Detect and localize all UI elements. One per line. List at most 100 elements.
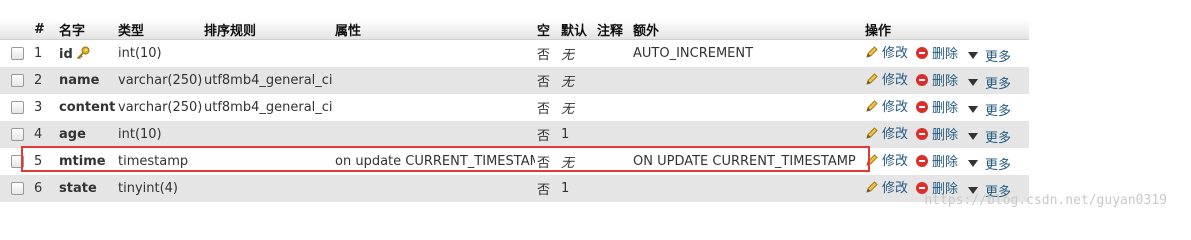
delete-icon	[916, 154, 929, 167]
cell-default-text: 无	[561, 48, 575, 63]
header-num: #	[32, 19, 57, 40]
drop-button[interactable]: 删除	[916, 124, 958, 143]
pencil-icon	[866, 154, 878, 166]
edit-label: 修改	[882, 181, 909, 197]
pencil-icon	[866, 181, 878, 193]
cell-name[interactable]: age	[57, 121, 116, 148]
cell-actions: 修改 删除 更多	[863, 94, 1029, 121]
cell-null-text: 否	[537, 183, 551, 198]
drop-button[interactable]: 删除	[916, 151, 958, 170]
drop-button[interactable]: 删除	[916, 97, 958, 116]
row-checkbox[interactable]	[11, 182, 24, 195]
cell-extra	[631, 175, 863, 202]
cell-name-text: name	[59, 73, 100, 88]
cell-num-text: 4	[34, 127, 43, 142]
more-button[interactable]: 更多	[966, 154, 1011, 173]
cell-default-text: 无	[561, 102, 575, 117]
row-select-cell	[0, 121, 32, 148]
table-body: 1 id int(10) 否无 AUTO_INCREMENT 修改 删除 更多 2 name var…	[0, 39, 1029, 202]
cell-collation: utf8mb4_general_ci	[202, 67, 333, 94]
cell-null: 否	[535, 94, 559, 121]
cell-name[interactable]: state	[57, 175, 116, 202]
cell-default: 无	[559, 67, 595, 94]
header-comment[interactable]: 注释	[595, 19, 631, 40]
cell-name[interactable]: mtime	[57, 148, 116, 175]
header-row: # 名字 类型 排序规则 属性 空 默认 注释 额外 操作	[0, 19, 1029, 40]
cell-type-text: varchar(250)	[118, 100, 202, 115]
more-label: 更多	[985, 130, 1012, 146]
header-null[interactable]: 空	[535, 19, 559, 40]
cell-collation-text: utf8mb4_general_ci	[204, 100, 333, 115]
header-type[interactable]: 类型	[116, 19, 202, 40]
more-button[interactable]: 更多	[966, 100, 1011, 119]
table-row: 2 name varchar(250) utf8mb4_general_ci 否无 修改 删…	[0, 67, 1029, 94]
header-extra[interactable]: 额外	[631, 19, 863, 40]
cell-default: 无	[559, 94, 595, 121]
cell-num-text: 3	[34, 100, 43, 115]
row-select-cell	[0, 39, 32, 67]
cell-num: 4	[32, 121, 57, 148]
cell-num-text: 1	[34, 46, 43, 61]
cell-name[interactable]: name	[57, 67, 116, 94]
cell-name[interactable]: content	[57, 94, 116, 121]
primary-key-icon	[76, 46, 90, 59]
table-row: 5 mtime timestamp on update CURRENT_TIMESTA…	[0, 148, 1029, 175]
header-collation[interactable]: 排序规则	[202, 19, 333, 40]
row-checkbox[interactable]	[11, 128, 24, 141]
cell-default: 无	[559, 39, 595, 67]
table-row: 4 age int(10) 否 1 修改 删除 更多	[0, 121, 1029, 148]
edit-button[interactable]: 修改	[865, 177, 908, 196]
dropdown-triangle-icon	[968, 105, 979, 113]
dropdown-triangle-icon	[968, 159, 979, 167]
row-select-cell	[0, 94, 32, 121]
cell-num-text: 6	[34, 181, 43, 196]
cell-type-text: varchar(250)	[118, 73, 202, 88]
cell-num-text: 2	[34, 73, 43, 88]
header-attributes[interactable]: 属性	[333, 19, 535, 40]
cell-null: 否	[535, 67, 559, 94]
table-row: 3 content varchar(250) utf8mb4_general_ci 否无…	[0, 94, 1029, 121]
row-checkbox[interactable]	[11, 101, 24, 114]
cell-name[interactable]: id	[57, 39, 116, 67]
more-button[interactable]: 更多	[966, 73, 1011, 92]
row-checkbox[interactable]	[11, 155, 24, 168]
edit-button[interactable]: 修改	[865, 123, 908, 142]
drop-button[interactable]: 删除	[916, 70, 958, 89]
cell-collation	[202, 175, 333, 202]
edit-button[interactable]: 修改	[865, 42, 908, 61]
edit-button[interactable]: 修改	[865, 96, 908, 115]
cell-actions: 修改 删除 更多	[863, 39, 1029, 67]
pencil-icon	[866, 46, 878, 58]
more-label: 更多	[985, 103, 1012, 119]
row-checkbox[interactable]	[11, 74, 24, 87]
cell-actions: 修改 删除 更多	[863, 121, 1029, 148]
cell-extra	[631, 67, 863, 94]
cell-actions: 修改 删除 更多	[863, 148, 1029, 175]
cell-name-text: mtime	[59, 154, 106, 169]
cell-default-text: 无	[561, 75, 575, 90]
cell-type: varchar(250)	[116, 94, 202, 121]
more-label: 更多	[985, 49, 1012, 65]
drop-button[interactable]: 删除	[916, 43, 958, 62]
cell-attributes	[333, 121, 535, 148]
row-checkbox[interactable]	[11, 47, 24, 60]
cell-attributes-text: on update CURRENT_TIMESTAMP	[335, 154, 535, 169]
cell-type-text: tinyint(4)	[118, 181, 179, 196]
row-select-cell	[0, 67, 32, 94]
header-name[interactable]: 名字	[57, 19, 116, 40]
more-button[interactable]: 更多	[966, 127, 1011, 146]
cell-name-text: id	[59, 46, 73, 62]
cell-null: 否	[535, 39, 559, 67]
edit-button[interactable]: 修改	[865, 69, 908, 88]
cell-default-text: 1	[561, 127, 570, 142]
cell-attributes	[333, 94, 535, 121]
header-select	[0, 19, 32, 40]
cell-name-text: age	[59, 127, 86, 142]
header-default[interactable]: 默认	[559, 19, 595, 40]
delete-icon	[916, 100, 929, 113]
edit-button[interactable]: 修改	[865, 150, 908, 169]
edit-label: 修改	[882, 73, 909, 89]
more-button[interactable]: 更多	[966, 46, 1011, 65]
more-label: 更多	[985, 157, 1012, 173]
cell-comment	[595, 94, 631, 121]
